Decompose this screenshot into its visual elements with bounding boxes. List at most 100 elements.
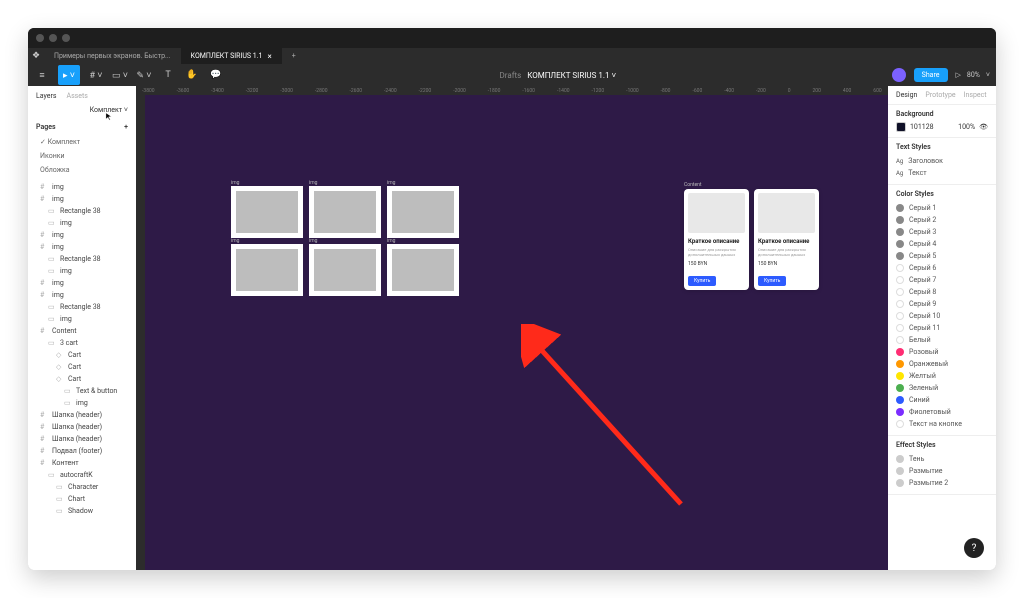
page-item[interactable]: Комплект <box>28 135 136 149</box>
style-name: Серый 2 <box>909 216 936 224</box>
tab-assets[interactable]: Assets <box>67 92 88 100</box>
add-page-button[interactable]: + <box>124 123 128 131</box>
canvas[interactable]: -3800-3600-3400-3200-3000-2800-2600-2400… <box>136 86 888 570</box>
layer-row[interactable]: #Подвал (footer) <box>28 445 136 457</box>
layer-row[interactable]: ▭img <box>28 265 136 277</box>
layer-row[interactable]: #Шапка (header) <box>28 421 136 433</box>
layer-row[interactable]: ◇Cart <box>28 349 136 361</box>
style-name: Текст на кнопке <box>909 420 962 428</box>
color-style-item[interactable]: Серый 1 <box>896 202 988 214</box>
tab-design[interactable]: Design <box>896 91 917 99</box>
text-style-item[interactable]: AgТекст <box>896 167 988 179</box>
min-dot[interactable] <box>49 34 57 42</box>
card-1[interactable]: Краткое описание Описание для раскрытия … <box>684 189 749 290</box>
layer-row[interactable]: ▭img <box>28 397 136 409</box>
text-tool[interactable]: T <box>160 67 176 83</box>
hand-tool[interactable]: ✋ <box>184 67 200 83</box>
layer-row[interactable]: ▭Chart <box>28 493 136 505</box>
buy-button[interactable]: Купить <box>688 276 716 286</box>
layer-row[interactable]: #Контент <box>28 457 136 469</box>
color-style-item[interactable]: Серый 4 <box>896 238 988 250</box>
present-button[interactable]: ▷ <box>956 71 961 79</box>
color-style-item[interactable]: Розовый <box>896 346 988 358</box>
max-dot[interactable] <box>62 34 70 42</box>
layer-row[interactable]: #img <box>28 193 136 205</box>
file-tab-0[interactable]: Примеры первых экранов. Быстр... <box>44 48 181 64</box>
layer-row[interactable]: ▭Rectangle 38 <box>28 205 136 217</box>
layer-row[interactable]: #Content <box>28 325 136 337</box>
layer-row[interactable]: #Шапка (header) <box>28 409 136 421</box>
bg-hex[interactable]: 101128 <box>910 123 934 131</box>
file-tab-1[interactable]: КОМПЛЕКТ SIRIUS 1.1 × <box>181 48 282 64</box>
bg-opacity[interactable]: 100% <box>958 123 975 131</box>
breadcrumb[interactable]: Drafts КОМПЛЕКТ SIRIUS 1.1 ˅ <box>232 71 884 80</box>
close-icon[interactable]: × <box>268 52 272 61</box>
layer-row[interactable]: #img <box>28 241 136 253</box>
color-style-item[interactable]: Серый 7 <box>896 274 988 286</box>
color-dot <box>896 204 904 212</box>
style-name: Заголовок <box>908 157 943 165</box>
color-style-item[interactable]: Серый 11 <box>896 322 988 334</box>
window-controls[interactable] <box>28 28 996 48</box>
effect-style-item[interactable]: Размытие 2 <box>896 477 988 489</box>
layer-row[interactable]: ◇Cart <box>28 373 136 385</box>
figma-logo[interactable]: ❖ <box>28 48 44 64</box>
layer-row[interactable]: ▭img <box>28 217 136 229</box>
share-button[interactable]: Share <box>914 68 948 82</box>
text-style-item[interactable]: AgЗаголовок <box>896 155 988 167</box>
pen-tool[interactable]: ✎ ˅ <box>136 67 152 83</box>
frame-tool[interactable]: # ˅ <box>88 67 104 83</box>
layer-row[interactable]: ▭Shadow <box>28 505 136 517</box>
chevron-down-icon[interactable]: ˅ <box>986 71 990 79</box>
layer-row[interactable]: ▭Character <box>28 481 136 493</box>
layer-row[interactable]: #img <box>28 289 136 301</box>
help-button[interactable]: ? <box>964 538 984 558</box>
color-style-item[interactable]: Фиолетовый <box>896 406 988 418</box>
layer-row[interactable]: ▭3 cart <box>28 337 136 349</box>
layer-row[interactable]: ▭Rectangle 38 <box>28 253 136 265</box>
layer-row[interactable]: #Шапка (header) <box>28 433 136 445</box>
color-style-item[interactable]: Зеленый <box>896 382 988 394</box>
tab-layers[interactable]: Layers <box>36 92 57 100</box>
effect-style-item[interactable]: Размытие <box>896 465 988 477</box>
comment-tool[interactable]: 💬 <box>208 67 224 83</box>
color-style-item[interactable]: Серый 9 <box>896 298 988 310</box>
avatar[interactable] <box>892 68 906 82</box>
color-style-item[interactable]: Синий <box>896 394 988 406</box>
color-style-item[interactable]: Желтый <box>896 370 988 382</box>
bg-swatch[interactable] <box>896 122 906 132</box>
color-style-item[interactable]: Серый 5 <box>896 250 988 262</box>
layer-row[interactable]: ▭autocraftK <box>28 469 136 481</box>
buy-button[interactable]: Купить <box>758 276 786 286</box>
effect-style-item[interactable]: Тень <box>896 453 988 465</box>
card-2[interactable]: Краткое описание Описание для раскрытия … <box>754 189 819 290</box>
tab-inspect[interactable]: Inspect <box>964 91 987 99</box>
layer-row[interactable]: ◇Cart <box>28 361 136 373</box>
layer-row[interactable]: ▭img <box>28 313 136 325</box>
shape-tool[interactable]: ▭ ˅ <box>112 67 128 83</box>
color-style-item[interactable]: Серый 8 <box>896 286 988 298</box>
tab-prototype[interactable]: Prototype <box>925 91 955 99</box>
visibility-icon[interactable]: 👁 <box>979 123 988 131</box>
color-style-item[interactable]: Белый <box>896 334 988 346</box>
menu-icon[interactable]: ≡ <box>34 67 50 83</box>
move-tool[interactable]: ▸ ˅ <box>58 65 80 85</box>
layer-row[interactable]: #img <box>28 277 136 289</box>
color-style-item[interactable]: Серый 2 <box>896 214 988 226</box>
layer-row[interactable]: ▭Text & button <box>28 385 136 397</box>
color-style-item[interactable]: Оранжевый <box>896 358 988 370</box>
color-style-item[interactable]: Серый 10 <box>896 310 988 322</box>
layer-name: Шапка (header) <box>52 435 102 443</box>
color-style-item[interactable]: Текст на кнопке <box>896 418 988 430</box>
new-tab-button[interactable]: + <box>282 48 306 64</box>
layer-row[interactable]: ▭Rectangle 38 <box>28 301 136 313</box>
color-style-item[interactable]: Серый 6 <box>896 262 988 274</box>
page-item[interactable]: Иконки <box>28 149 136 163</box>
page-item[interactable]: Обложка <box>28 163 136 177</box>
close-dot[interactable] <box>36 34 44 42</box>
layer-icon: # <box>40 231 48 239</box>
zoom-display[interactable]: 80% <box>967 71 980 79</box>
color-style-item[interactable]: Серый 3 <box>896 226 988 238</box>
layer-row[interactable]: #img <box>28 181 136 193</box>
layer-row[interactable]: #img <box>28 229 136 241</box>
